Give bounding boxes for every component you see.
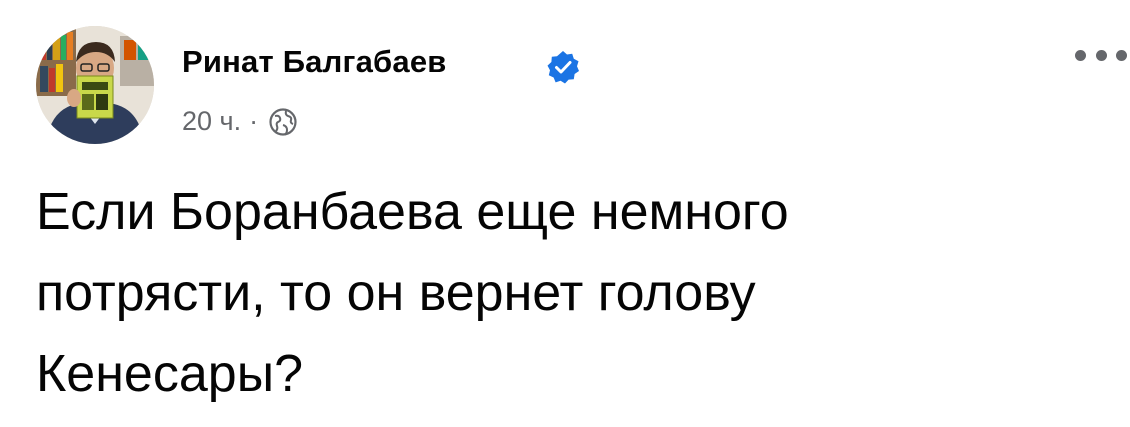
more-options-icon[interactable] xyxy=(1075,45,1127,65)
globe-icon[interactable] xyxy=(268,107,298,137)
verified-badge-icon xyxy=(547,51,579,84)
meta-separator: · xyxy=(249,106,259,136)
author-name[interactable]: Ринат Балгабаев xyxy=(182,44,447,80)
post-meta: 20 ч. · xyxy=(182,106,298,137)
more-dot xyxy=(1095,49,1107,61)
author-avatar[interactable] xyxy=(36,26,154,144)
post-text: Если Боранбаева еще немного потрясти, то… xyxy=(36,183,789,403)
facebook-post: Ринат Балгабаев 20 ч. · Если Боранбаева … xyxy=(0,0,1130,427)
more-dot xyxy=(1116,49,1127,61)
avatar-photo xyxy=(36,26,154,144)
more-dot xyxy=(1075,49,1086,61)
post-timestamp[interactable]: 20 ч. xyxy=(182,106,241,137)
